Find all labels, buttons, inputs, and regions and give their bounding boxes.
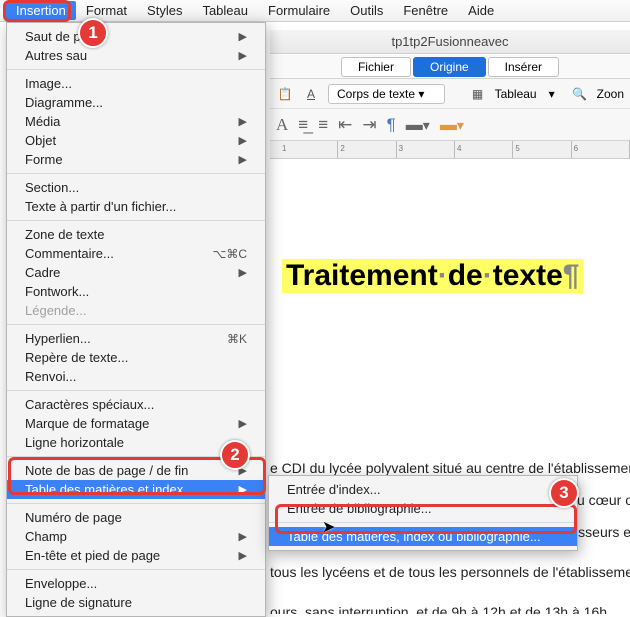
menu-item-legende: Légende... bbox=[7, 301, 265, 320]
menu-fenetre[interactable]: Fenêtre bbox=[393, 1, 458, 20]
menu-item-repere[interactable]: Repère de texte... bbox=[7, 348, 265, 367]
tab-inserer[interactable]: Insérer bbox=[488, 57, 559, 77]
menu-item-hyperlien[interactable]: Hyperlien...⌘K bbox=[7, 329, 265, 348]
menu-item-diagramme[interactable]: Diagramme... bbox=[7, 93, 265, 112]
menu-formulaire[interactable]: Formulaire bbox=[258, 1, 340, 20]
zoom-icon[interactable]: 🔍 bbox=[571, 85, 589, 103]
toolbar-row-2: A ≡̲ ≡ ⇤ ⇥ ¶ ▬▾ ▬▾ bbox=[270, 109, 630, 141]
menu-format[interactable]: Format bbox=[76, 1, 137, 20]
menu-item-objet[interactable]: Objet▶ bbox=[7, 131, 265, 150]
menu-item-numero-page[interactable]: Numéro de page bbox=[7, 508, 265, 527]
menu-outils[interactable]: Outils bbox=[340, 1, 393, 20]
submenu-tdm-biblio[interactable]: Table des matières, index ou bibliograph… bbox=[269, 527, 577, 546]
paste-icon[interactable]: 📋 bbox=[276, 85, 294, 103]
menu-item-zone-texte[interactable]: Zone de texte bbox=[7, 225, 265, 244]
pilcrow-icon[interactable]: ¶ bbox=[387, 115, 396, 135]
font-color-icon[interactable]: ▬▾ bbox=[440, 115, 464, 135]
doc-title: Traitement·de·texte¶ bbox=[282, 259, 583, 293]
menu-item-enveloppe[interactable]: Enveloppe... bbox=[7, 574, 265, 593]
callout-2: 2 bbox=[220, 440, 250, 470]
menu-item-texte-fichier[interactable]: Texte à partir d'un fichier... bbox=[7, 197, 265, 216]
submenu-entree-biblio[interactable]: Entrée de bibliographie... bbox=[269, 499, 577, 518]
tdm-submenu: Entrée d'index... Entrée de bibliographi… bbox=[268, 475, 578, 551]
menu-item-tdm-index[interactable]: Table des matières et index▶ bbox=[7, 480, 265, 499]
menu-item-renvoi[interactable]: Renvoi... bbox=[7, 367, 265, 386]
menu-insertion[interactable]: Insertion bbox=[6, 1, 76, 20]
table-label[interactable]: Tableau bbox=[495, 87, 537, 101]
callout-1: 1 bbox=[78, 18, 108, 48]
submenu-entree-index[interactable]: Entrée d'index... bbox=[269, 480, 577, 499]
tab-fichier[interactable]: Fichier bbox=[341, 57, 411, 77]
font-a-icon[interactable]: A bbox=[276, 115, 288, 135]
menu-item-entete-pied[interactable]: En-tête et pied de page▶ bbox=[7, 546, 265, 565]
zoom-label[interactable]: Zoon bbox=[597, 87, 624, 101]
menu-item-champ[interactable]: Champ▶ bbox=[7, 527, 265, 546]
indent-right-icon[interactable]: ⇥ bbox=[362, 115, 376, 135]
menu-item-saut[interactable]: Saut de p▶ bbox=[7, 27, 265, 46]
line-spacing-icon[interactable]: ≡̲ bbox=[298, 115, 308, 135]
align-icon[interactable]: ≡ bbox=[318, 115, 328, 135]
menu-item-autres-sauts[interactable]: Autres sau▶ bbox=[7, 46, 265, 65]
window-title: tp1tp2Fusionneavec bbox=[270, 30, 630, 54]
toolbar-row-1: 📋 A Corps de texte ▾ ▦ Tableau ▾ 🔍 Zoon bbox=[270, 79, 630, 109]
menu-item-commentaire[interactable]: Commentaire...⌥⌘C bbox=[7, 244, 265, 263]
ruler[interactable]: 1 2 3 4 5 6 bbox=[270, 141, 630, 159]
menu-item-section[interactable]: Section... bbox=[7, 178, 265, 197]
menu-aide[interactable]: Aide bbox=[458, 1, 504, 20]
insertion-menu: Saut de p▶ Autres sau▶ Image... Diagramm… bbox=[6, 22, 266, 617]
menu-item-forme[interactable]: Forme▶ bbox=[7, 150, 265, 169]
menu-tableau[interactable]: Tableau bbox=[192, 1, 258, 20]
menu-item-caracteres[interactable]: Caractères spéciaux... bbox=[7, 395, 265, 414]
a-underline-icon[interactable]: A bbox=[302, 85, 320, 103]
menu-item-cadre[interactable]: Cadre▶ bbox=[7, 263, 265, 282]
callout-3: 3 bbox=[549, 478, 579, 508]
menu-item-fontwork[interactable]: Fontwork... bbox=[7, 282, 265, 301]
indent-left-icon[interactable]: ⇤ bbox=[338, 115, 352, 135]
menu-item-media[interactable]: Média▶ bbox=[7, 112, 265, 131]
menu-styles[interactable]: Styles bbox=[137, 1, 192, 20]
menu-item-marque[interactable]: Marque de formatage▶ bbox=[7, 414, 265, 433]
menu-item-signature[interactable]: Ligne de signature bbox=[7, 593, 265, 612]
highlight-icon[interactable]: ▬▾ bbox=[406, 115, 430, 135]
table-icon[interactable]: ▦ bbox=[469, 85, 487, 103]
cursor-icon: ➤ bbox=[322, 517, 335, 537]
tab-origine[interactable]: Origine bbox=[413, 57, 486, 77]
menu-item-image[interactable]: Image... bbox=[7, 74, 265, 93]
context-tabs: Fichier Origine Insérer bbox=[270, 55, 630, 79]
paragraph-style-select[interactable]: Corps de texte ▾ bbox=[328, 84, 445, 104]
